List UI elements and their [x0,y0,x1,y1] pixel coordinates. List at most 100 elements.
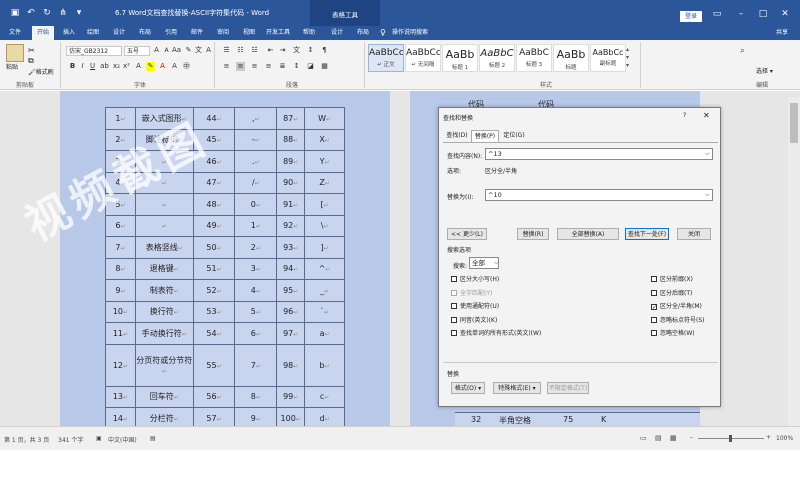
tab-find[interactable]: 查找(D) [444,130,470,142]
option-checkbox[interactable]: 忽略标点符号(S) [651,315,705,324]
style-heading-3[interactable]: AaBbC 标题 3 [516,44,552,72]
option-checkbox[interactable]: 区分后缀(T) [651,288,692,297]
replace-button[interactable]: 替换(R) [517,228,549,240]
macro-record-icon[interactable]: ▤ [150,435,156,442]
copy-icon[interactable]: ⧉ [28,56,34,66]
tab-file[interactable]: 文件 [4,26,26,40]
phonetic-guide-icon[interactable]: 文 [194,46,203,55]
dialog-close-icon[interactable]: ✕ [703,111,710,120]
checkbox-icon[interactable] [651,330,657,336]
strikethrough-icon[interactable]: ab [100,62,109,71]
checkbox-icon[interactable] [651,276,657,282]
maximize-icon[interactable]: □ [756,8,770,20]
numbering-icon[interactable]: ☷ [236,46,245,55]
page-count[interactable]: 第 1 页，共 3 页 [4,435,49,444]
option-checkbox[interactable]: 同音(英文)(K) [451,315,497,324]
tab-developer[interactable]: 开发工具 [262,26,294,40]
char-shading-icon[interactable]: A [170,62,179,71]
checked-box-icon[interactable]: ✓ [651,304,657,311]
style-title[interactable]: AaBb 标题 [553,44,589,72]
select-button[interactable]: 选择 ▾ [756,66,773,75]
checkbox-icon[interactable] [451,276,457,282]
option-checkbox[interactable]: 区分大小写(H) [451,274,499,283]
checkbox-icon[interactable] [451,289,457,296]
style-subtitle[interactable]: AaBbCc 副标题 [590,44,626,72]
tab-insert[interactable]: 插入 [58,26,80,40]
align-center-icon[interactable]: ≡ [236,62,245,71]
zoom-slider-thumb[interactable] [729,435,732,442]
line-spacing-icon[interactable]: ↕ [292,62,301,71]
web-layout-icon[interactable]: ▦ [670,434,677,442]
option-checkbox[interactable]: ✓ 区分全/半角(M) [651,301,702,311]
clipboard-icon[interactable] [6,44,24,62]
close-button[interactable]: 关闭 [677,228,711,240]
less-button[interactable]: << 更少(L) [447,228,487,240]
option-checkbox[interactable]: 使用通配符(U) [451,301,499,310]
tab-design[interactable]: 设计 [108,26,130,40]
tab-home[interactable]: 开始 [32,26,54,40]
tab-mailings[interactable]: 邮件 [186,26,208,40]
decrease-indent-icon[interactable]: ⇤ [266,46,275,55]
proofing-icon[interactable]: ▣ [96,435,102,442]
highlight-icon[interactable]: ✎ [146,62,155,71]
find-input[interactable]: ^13 [485,148,713,160]
font-color-icon[interactable]: A [158,62,167,71]
share-nodes-icon[interactable]: ⋔ [58,8,68,18]
style-heading-1[interactable]: AaBb 标题 1 [442,44,478,72]
find-history-dropdown-icon[interactable]: ⌵ [705,150,710,158]
checkbox-icon[interactable] [451,303,457,309]
share-button[interactable]: 共享 [770,26,794,40]
bullets-icon[interactable]: ☰ [222,46,231,55]
borders-icon[interactable]: ▦ [320,62,329,71]
grow-font-icon[interactable]: A [152,46,161,55]
close-icon[interactable]: ✕ [778,8,792,20]
option-checkbox[interactable]: 全字匹配(Y) [451,288,492,297]
italic-icon[interactable]: I [78,62,87,71]
tab-help[interactable]: 帮助 [298,26,320,40]
find-next-button[interactable]: 查找下一处(F) [625,228,669,240]
word-count[interactable]: 341 个字 [58,435,83,444]
checkbox-icon[interactable] [651,316,657,323]
font-name-select[interactable]: 仿宋_GB2312 [66,46,122,56]
text-effects-icon[interactable]: A [134,62,143,71]
no-formatting-button[interactable]: 不限定格式(T) [547,382,589,394]
clear-format-icon[interactable]: ✎ [184,46,193,55]
tab-draw[interactable]: 绘图 [82,26,104,40]
print-layout-icon[interactable]: ▤ [655,434,662,442]
read-mode-icon[interactable]: ▭ [640,434,647,442]
tab-layout[interactable]: 布局 [134,26,156,40]
option-checkbox[interactable]: 忽略空格(W) [651,328,695,337]
paste-button[interactable]: 粘贴 [6,62,18,71]
customize-quick-access-icon[interactable]: ▾ [74,8,84,18]
distributed-icon[interactable]: ≣ [278,62,287,71]
bold-icon[interactable]: B [68,62,77,71]
styles-scroll[interactable]: ▴ ▾ ▾ [626,46,632,72]
underline-icon[interactable]: U [88,62,97,71]
tab-table-design[interactable]: 设计 [326,26,348,40]
vertical-scrollbar[interactable] [788,97,800,426]
option-checkbox[interactable]: 区分前缀(X) [651,274,693,283]
multilevel-list-icon[interactable]: ☳ [250,46,259,55]
ribbon-display-icon[interactable]: ▭ [710,8,724,20]
zoom-out-icon[interactable]: – [690,434,693,441]
option-checkbox[interactable]: 查找单词的所有形式(英文)(W) [451,328,541,337]
style-no-spacing[interactable]: AaBbCcD ↵ 无间隔 [405,44,441,72]
enclose-char-icon[interactable]: ㊥ [182,62,191,71]
tab-references[interactable]: 引用 [160,26,182,40]
font-size-select[interactable]: 五号 [124,46,150,56]
save-icon[interactable]: ▣ [10,8,20,18]
help-button[interactable]: ? [683,112,686,119]
checkbox-icon[interactable] [451,316,457,323]
tab-table-layout[interactable]: 布局 [352,26,374,40]
row-number[interactable]: 1↵ [105,107,136,130]
scrollbar-thumb[interactable] [790,103,798,143]
replace-input[interactable]: ^10 [485,189,713,201]
show-marks-icon[interactable]: ¶ [320,46,329,55]
tell-me-search[interactable]: 操作说明搜索 [392,26,442,40]
tab-replace[interactable]: 替换(P) [471,130,499,142]
minimize-icon[interactable]: – [734,8,748,20]
sort-icon[interactable]: ↕ [306,46,315,55]
change-case-icon[interactable]: Aa [172,46,181,55]
zoom-slider[interactable] [698,435,764,442]
style-normal[interactable]: AaBbCcD ↵ 正文 [368,44,404,72]
